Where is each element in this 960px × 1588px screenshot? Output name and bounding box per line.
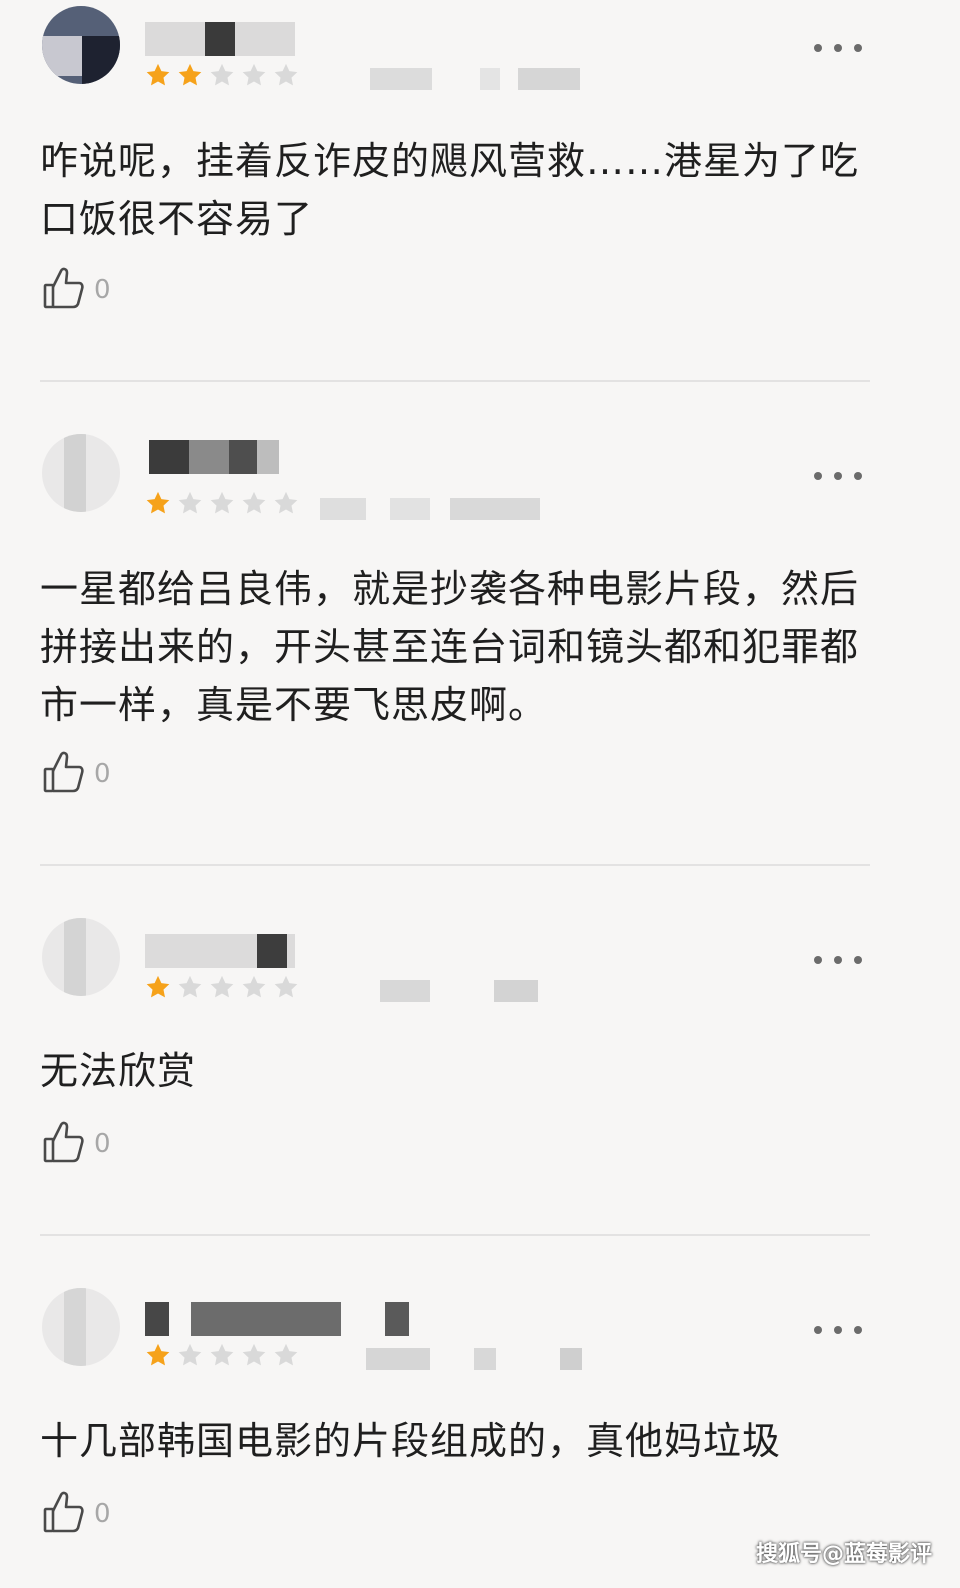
review-date-blurred (300, 1344, 600, 1372)
more-dots-icon (814, 44, 822, 52)
like-count: 0 (94, 759, 111, 789)
star-icon (142, 488, 174, 518)
star-icon (238, 60, 270, 90)
like-button[interactable]: 0 (42, 750, 111, 798)
star-icon (206, 488, 238, 518)
star-icon (270, 1340, 302, 1370)
avatar[interactable] (42, 1288, 120, 1366)
watermark: 搜狐号@蓝莓影评 (755, 1542, 932, 1567)
star-icon (142, 60, 174, 90)
star-icon (238, 488, 270, 518)
review-text: 十几部韩国电影的片段组成的，真他妈垃圾 (40, 1419, 782, 1463)
star-icon (206, 972, 238, 1002)
star-icon (174, 488, 206, 518)
like-button[interactable]: 0 (42, 1490, 111, 1538)
divider (40, 864, 870, 866)
thumbs-up-icon (42, 265, 86, 315)
more-options-button[interactable] (810, 948, 866, 972)
more-dots-icon (814, 956, 822, 964)
star-icon (206, 60, 238, 90)
star-icon (270, 488, 302, 518)
review-text: 无法欣赏 (40, 1049, 197, 1093)
star-icon (142, 972, 174, 1002)
star-rating (142, 60, 302, 90)
thumbs-up-icon (42, 1489, 86, 1539)
like-count: 0 (94, 275, 111, 305)
star-icon (270, 972, 302, 1002)
like-button[interactable]: 0 (42, 266, 111, 314)
username-blurred[interactable] (145, 934, 325, 968)
more-dots-icon (814, 472, 822, 480)
star-icon (174, 1340, 206, 1370)
avatar[interactable] (42, 434, 120, 512)
review-date-blurred (300, 494, 600, 522)
star-icon (174, 972, 206, 1002)
avatar[interactable] (42, 6, 120, 84)
like-count: 0 (94, 1129, 111, 1159)
star-icon (142, 1340, 174, 1370)
divider (40, 1234, 870, 1236)
review-date-blurred (300, 976, 600, 1004)
review-date-blurred (300, 64, 600, 92)
like-count: 0 (94, 1499, 111, 1529)
more-options-button[interactable] (810, 36, 866, 60)
more-options-button[interactable] (810, 1318, 866, 1342)
star-rating (142, 972, 302, 1002)
review-text: 咋说呢，挂着反诈皮的飓风营救……港星为了吃口饭很不容易了 (40, 139, 860, 241)
more-options-button[interactable] (810, 464, 866, 488)
like-button[interactable]: 0 (42, 1120, 111, 1168)
star-icon (206, 1340, 238, 1370)
star-rating (142, 1340, 302, 1370)
star-icon (174, 60, 206, 90)
review-text: 一星都给吕良伟，就是抄袭各种电影片段，然后拼接出来的，开头甚至连台词和镜头都和犯… (40, 567, 860, 727)
more-dots-icon (814, 1326, 822, 1334)
star-icon (238, 1340, 270, 1370)
username-blurred[interactable] (145, 440, 325, 474)
thumbs-up-icon (42, 1119, 86, 1169)
username-blurred[interactable] (145, 22, 325, 56)
thumbs-up-icon (42, 749, 86, 799)
divider (40, 380, 870, 382)
username-blurred[interactable] (145, 1302, 409, 1336)
star-icon (238, 972, 270, 1002)
star-rating (142, 488, 302, 518)
avatar[interactable] (42, 918, 120, 996)
star-icon (270, 60, 302, 90)
